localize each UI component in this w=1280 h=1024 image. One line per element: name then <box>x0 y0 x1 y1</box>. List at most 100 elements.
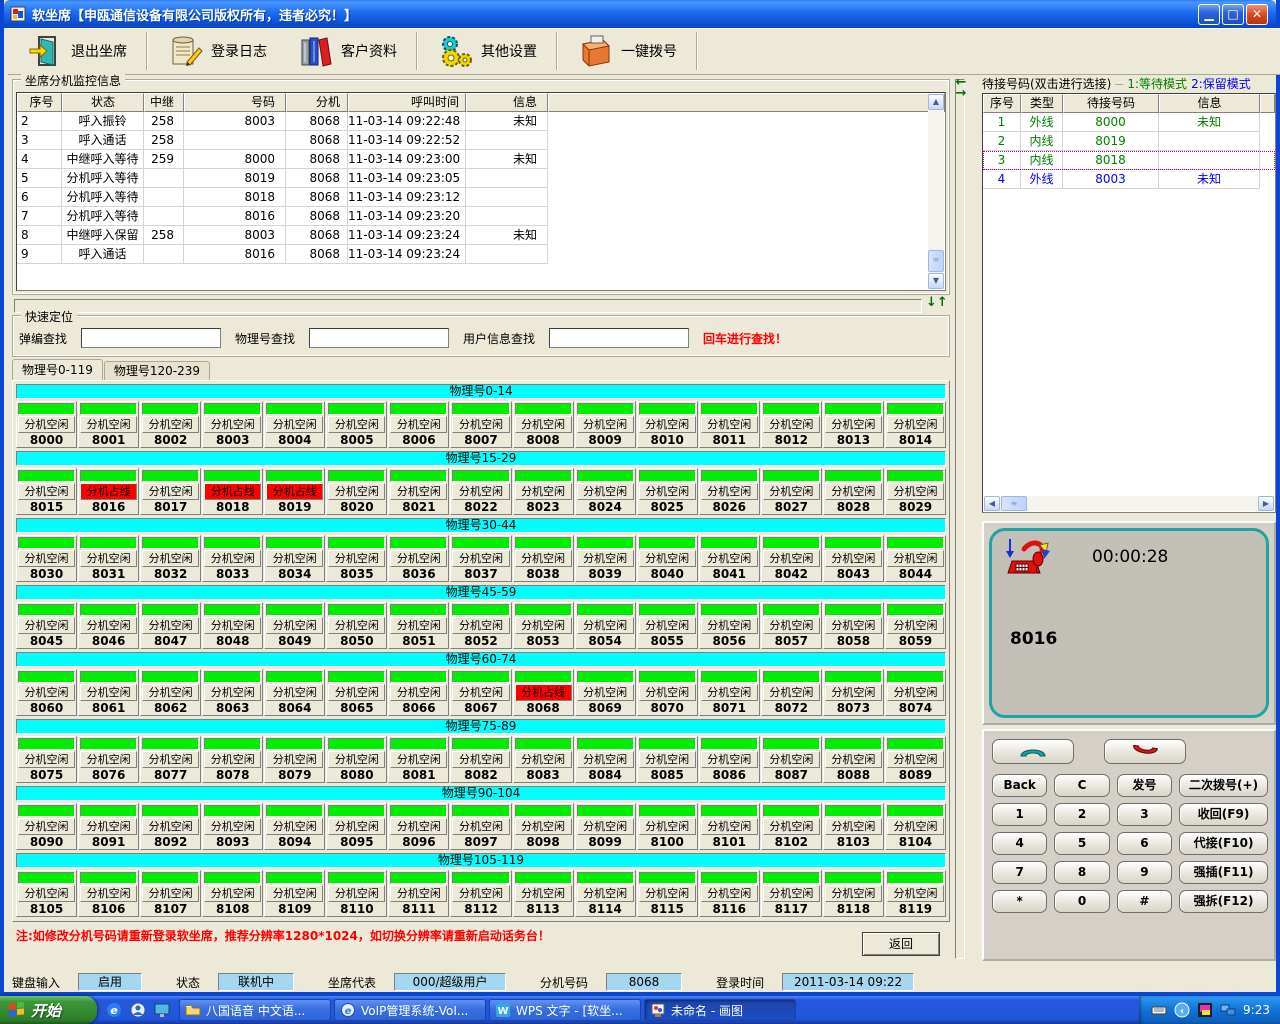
extension-cell[interactable]: 分机占线8068 <box>513 669 574 716</box>
extension-cell[interactable]: 分机空闲8032 <box>140 535 201 582</box>
monitor-table-row[interactable]: 9呼入通话8016806811-03-14 09:23:24 <box>17 245 945 264</box>
pending-row[interactable]: 4外线8003未知 <box>983 170 1275 189</box>
keypad-button[interactable]: 5 <box>1054 832 1109 855</box>
monitor-table-row[interactable]: 7分机呼入等待8016806811-03-14 09:23:20 <box>17 207 945 226</box>
extension-cell[interactable]: 分机空闲8003 <box>202 401 263 448</box>
extension-cell[interactable]: 分机空闲8081 <box>388 736 449 783</box>
graphics-tray-icon[interactable] <box>1197 1002 1213 1018</box>
extension-cell[interactable]: 分机占线8016 <box>78 468 139 515</box>
extension-cell[interactable]: 分机空闲8102 <box>761 803 822 850</box>
taskbar-task-voip-system[interactable]: e VoIP管理系统-VoI... <box>334 999 486 1021</box>
extension-cell[interactable]: 分机空闲8058 <box>823 602 884 649</box>
minimize-button[interactable]: ▁ <box>1198 4 1220 25</box>
extension-cell[interactable]: 分机空闲8025 <box>637 468 698 515</box>
extension-cell[interactable]: 分机空闲8117 <box>761 870 822 917</box>
extension-cell[interactable]: 分机空闲8110 <box>326 870 387 917</box>
one-key-dial-button[interactable]: 一键拨号 <box>562 30 692 72</box>
extension-cell[interactable]: 分机空闲8069 <box>575 669 636 716</box>
extension-cell[interactable]: 分机空闲8060 <box>16 669 77 716</box>
extension-cell[interactable]: 分机空闲8042 <box>761 535 822 582</box>
monitor-column-header[interactable]: 号码 <box>184 93 286 112</box>
taskbar-task-paint[interactable]: 未命名 - 画图 <box>644 999 796 1021</box>
extension-cell[interactable]: 分机空闲8065 <box>326 669 387 716</box>
scrollbar-thumb[interactable]: ≡ <box>1001 496 1027 511</box>
extension-cell[interactable]: 分机空闲8051 <box>388 602 449 649</box>
scroll-down-arrow-icon[interactable]: ▼ <box>928 273 944 289</box>
pending-row[interactable]: 3内线8018 <box>983 151 1275 170</box>
scroll-left-arrow-icon[interactable]: ◀ <box>984 496 1000 511</box>
extension-cell[interactable]: 分机空闲8104 <box>885 803 946 850</box>
extension-cell[interactable]: 分机空闲8083 <box>513 736 574 783</box>
extension-cell[interactable]: 分机空闲8119 <box>885 870 946 917</box>
extension-cell[interactable]: 分机空闲8090 <box>16 803 77 850</box>
monitor-table-row[interactable]: 4中继呼入等待2598000806811-03-14 09:23:00未知 <box>17 150 945 169</box>
extension-cell[interactable]: 分机占线8019 <box>264 468 325 515</box>
monitor-horizontal-bar[interactable] <box>14 299 922 313</box>
extension-cell[interactable]: 分机空闲8015 <box>16 468 77 515</box>
extension-cell[interactable]: 分机空闲8013 <box>823 401 884 448</box>
extension-cell[interactable]: 分机空闲8085 <box>637 736 698 783</box>
extension-cell[interactable]: 分机空闲8076 <box>78 736 139 783</box>
monitor-table-row[interactable]: 6分机呼入等待8018806811-03-14 09:23:12 <box>17 188 945 207</box>
extension-cell[interactable]: 分机空闲8093 <box>202 803 263 850</box>
extension-cell[interactable]: 分机空闲8098 <box>513 803 574 850</box>
extension-cell[interactable]: 分机空闲8005 <box>326 401 387 448</box>
extension-cell[interactable]: 分机空闲8046 <box>78 602 139 649</box>
keyboard-tray-icon[interactable] <box>1151 1002 1167 1018</box>
extension-cell[interactable]: 分机空闲8008 <box>513 401 574 448</box>
keypad-button[interactable]: 收回(F9) <box>1179 803 1268 826</box>
taskbar-task-voice-folder[interactable]: 八国语音 中文语... <box>179 999 331 1021</box>
keypad-button[interactable]: C <box>1054 774 1109 797</box>
scrollbar-thumb[interactable]: ≡ <box>928 250 944 272</box>
extension-cell[interactable]: 分机空闲8087 <box>761 736 822 783</box>
extension-cell[interactable]: 分机空闲8073 <box>823 669 884 716</box>
keypad-button[interactable]: 4 <box>992 832 1047 855</box>
scroll-right-arrow-icon[interactable]: ▶ <box>1258 496 1274 511</box>
extension-cell[interactable]: 分机空闲8057 <box>761 602 822 649</box>
extension-cell[interactable]: 分机空闲8082 <box>450 736 511 783</box>
extension-cell[interactable]: 分机空闲8063 <box>202 669 263 716</box>
extension-cell[interactable]: 分机空闲8047 <box>140 602 201 649</box>
extension-cell[interactable]: 分机空闲8116 <box>699 870 760 917</box>
tab-physical-120-239[interactable]: 物理号120-239 <box>104 361 210 380</box>
extension-cell[interactable]: 分机空闲8009 <box>575 401 636 448</box>
extension-cell[interactable]: 分机空闲8106 <box>78 870 139 917</box>
extension-cell[interactable]: 分机空闲8105 <box>16 870 77 917</box>
extension-cell[interactable]: 分机空闲8095 <box>326 803 387 850</box>
pending-row[interactable]: 2内线8019 <box>983 132 1275 151</box>
extension-cell[interactable]: 分机空闲8010 <box>637 401 698 448</box>
extension-cell[interactable]: 分机空闲8028 <box>823 468 884 515</box>
quick-launch-messenger-icon[interactable] <box>129 1001 147 1019</box>
login-log-button[interactable]: 登录日志 <box>152 30 282 72</box>
extension-cell[interactable]: 分机空闲8037 <box>450 535 511 582</box>
quick-launch-desktop-icon[interactable] <box>153 1001 171 1019</box>
panel-splitter[interactable] <box>955 79 965 959</box>
maximize-button[interactable]: □ <box>1222 4 1244 25</box>
extension-cell[interactable]: 分机空闲8074 <box>885 669 946 716</box>
extension-cell[interactable]: 分机空闲8111 <box>388 870 449 917</box>
keypad-button[interactable]: 二次拨号(+) <box>1179 774 1268 797</box>
extension-cell[interactable]: 分机空闲8070 <box>637 669 698 716</box>
extension-cell[interactable]: 分机空闲8050 <box>326 602 387 649</box>
pending-column-header[interactable]: 类型 <box>1021 94 1063 113</box>
extension-cell[interactable]: 分机空闲8017 <box>140 468 201 515</box>
extension-cell[interactable]: 分机空闲8035 <box>326 535 387 582</box>
extension-cell[interactable]: 分机空闲8107 <box>140 870 201 917</box>
extension-cell[interactable]: 分机空闲8072 <box>761 669 822 716</box>
extension-cell[interactable]: 分机空闲8114 <box>575 870 636 917</box>
extension-cell[interactable]: 分机空闲8091 <box>78 803 139 850</box>
extension-cell[interactable]: 分机空闲8030 <box>16 535 77 582</box>
extension-cell[interactable]: 分机空闲8021 <box>388 468 449 515</box>
keypad-button[interactable]: 0 <box>1054 890 1109 913</box>
extension-cell[interactable]: 分机空闲8031 <box>78 535 139 582</box>
customer-info-button[interactable]: 客户资料 <box>282 30 412 72</box>
tab-physical-0-119[interactable]: 物理号0-119 <box>12 359 103 380</box>
popup-search-input[interactable] <box>81 328 221 348</box>
extension-cell[interactable]: 分机空闲8100 <box>637 803 698 850</box>
extension-cell[interactable]: 分机空闲8109 <box>264 870 325 917</box>
extension-cell[interactable]: 分机空闲8061 <box>78 669 139 716</box>
pending-column-header[interactable]: 信息 <box>1159 94 1260 113</box>
answer-button[interactable] <box>992 739 1074 764</box>
extension-cell[interactable]: 分机空闲8023 <box>513 468 574 515</box>
physical-no-search-input[interactable] <box>309 328 449 348</box>
